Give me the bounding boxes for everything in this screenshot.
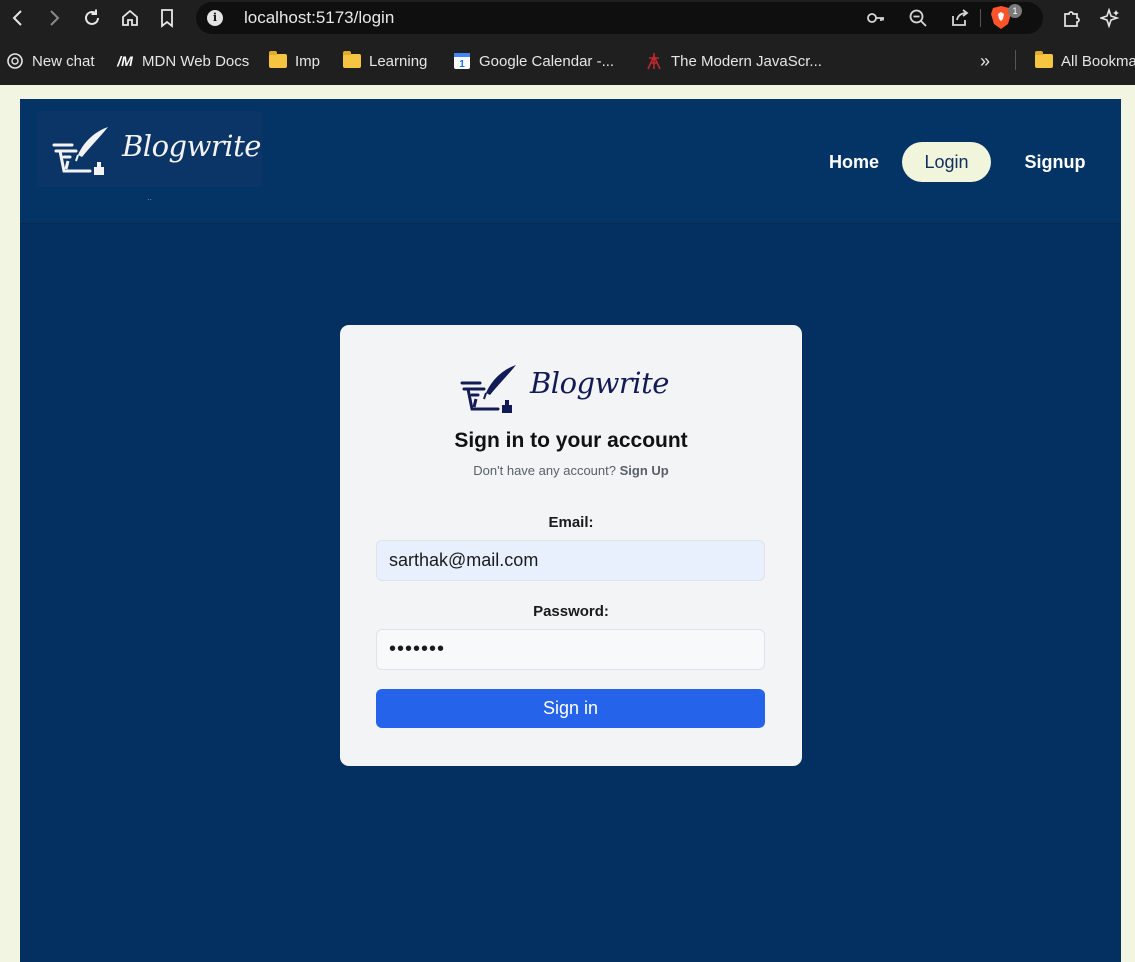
- browser-toolbar: i localhost:5173/login 1: [0, 0, 1135, 37]
- bookmark-mdn[interactable]: /M MDN Web Docs: [116, 50, 249, 72]
- bookmark-new-chat[interactable]: New chat: [6, 50, 95, 72]
- logo-text: Blogwrite: [122, 129, 261, 163]
- divider: [980, 9, 981, 27]
- folder-icon: [343, 51, 361, 70]
- calendar-icon: 1: [453, 52, 471, 70]
- folder-icon: [269, 51, 287, 70]
- sign-in-button[interactable]: Sign in: [376, 689, 765, 728]
- quill-icon: [460, 365, 516, 413]
- divider: [1015, 50, 1016, 70]
- js-site-icon: [645, 52, 663, 70]
- bookmark-label: Learning: [369, 52, 428, 70]
- address-bar[interactable]: i localhost:5173/login 1: [196, 2, 1043, 34]
- signup-prompt-text: Don't have any account?: [473, 463, 616, 478]
- site-info-icon[interactable]: i: [207, 10, 223, 26]
- zoom-out-icon[interactable]: [906, 6, 930, 30]
- password-label: Password:: [533, 603, 609, 620]
- signup-prompt: Don't have any account? Sign Up: [340, 463, 802, 478]
- bookmark-folder-imp[interactable]: Imp: [269, 50, 320, 72]
- bookmark-icon: [161, 9, 173, 28]
- puzzle-icon: [1064, 11, 1080, 27]
- back-button[interactable]: [4, 4, 32, 32]
- url-text[interactable]: localhost:5173/login: [244, 8, 394, 28]
- nav-signup[interactable]: Signup: [1008, 142, 1102, 182]
- signup-link[interactable]: Sign Up: [620, 463, 669, 478]
- site-logo[interactable]: Blogwrite: [37, 111, 262, 187]
- share-icon[interactable]: [948, 6, 972, 30]
- openai-icon: [6, 52, 24, 70]
- logo-dot: ..: [147, 192, 153, 202]
- app-page: Blogwrite .. Home Login Signup Blogwrite…: [20, 99, 1121, 962]
- bookmark-label: The Modern JavaScr...: [671, 52, 822, 70]
- reload-icon: [85, 9, 99, 25]
- home-button[interactable]: [116, 4, 144, 32]
- home-icon: [122, 9, 138, 26]
- folder-icon: [1035, 51, 1053, 70]
- quill-icon: [52, 127, 108, 175]
- email-field[interactable]: sarthak@mail.com: [376, 540, 765, 581]
- svg-text:1: 1: [459, 59, 465, 70]
- leo-ai-button[interactable]: [1096, 4, 1124, 32]
- bookmarks-bar: New chat /M MDN Web Docs Imp Learning 1 …: [0, 37, 1135, 85]
- reload-button[interactable]: [78, 4, 106, 32]
- bookmarks-overflow-button[interactable]: »: [980, 50, 990, 72]
- nav-home[interactable]: Home: [802, 142, 906, 182]
- bookmark-all-bookmarks[interactable]: All Bookma: [1035, 50, 1135, 72]
- bookmark-label: Google Calendar -...: [479, 52, 615, 70]
- password-field[interactable]: •••••••: [376, 629, 765, 670]
- key-icon[interactable]: [864, 6, 888, 30]
- site-header: Blogwrite .. Home Login Signup: [20, 99, 1121, 224]
- bookmark-modern-js[interactable]: The Modern JavaScr...: [645, 50, 822, 72]
- nav-login[interactable]: Login: [902, 142, 991, 182]
- forward-button[interactable]: [40, 4, 68, 32]
- bookmark-folder-learning[interactable]: Learning: [343, 50, 427, 72]
- card-logo-text: Blogwrite: [530, 366, 669, 400]
- chevron-left-icon: [12, 10, 22, 26]
- sparkle-icon: [1100, 8, 1120, 28]
- email-label: Email:: [548, 514, 594, 531]
- chevron-right-icon: [50, 10, 60, 26]
- shield-count-badge: 1: [1008, 4, 1022, 18]
- bookmark-label: All Bookma: [1061, 52, 1135, 70]
- bookmark-label: Imp: [295, 52, 321, 70]
- mdn-icon: /M: [117, 53, 133, 69]
- login-title: Sign in to your account: [454, 429, 688, 452]
- bookmark-google-calendar[interactable]: 1 Google Calendar -...: [453, 50, 614, 72]
- bookmark-label: MDN Web Docs: [142, 52, 250, 70]
- login-card: Blogwrite Sign in to your account Don't …: [340, 325, 802, 766]
- extensions-button[interactable]: [1058, 4, 1086, 32]
- bookmark-label: New chat: [32, 52, 95, 70]
- bookmark-button[interactable]: [153, 4, 181, 32]
